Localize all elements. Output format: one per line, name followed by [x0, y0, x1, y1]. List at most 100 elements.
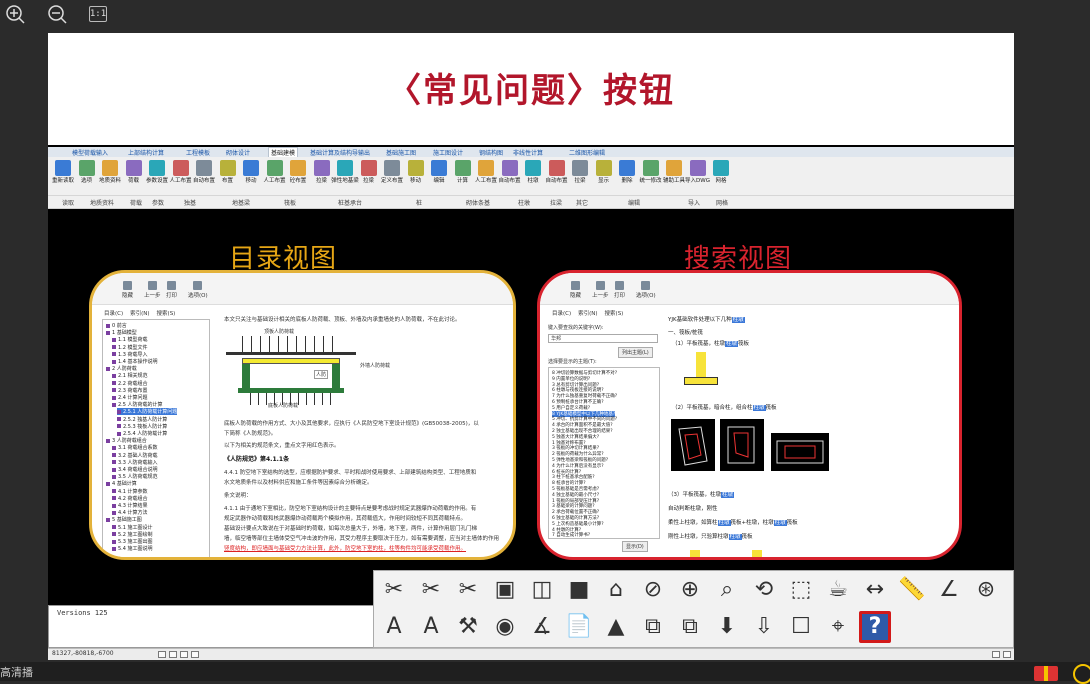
ribbon-button[interactable]: 选项	[76, 159, 98, 193]
ribbon-tab[interactable]: 上部结构计算	[128, 148, 164, 157]
badge-icon[interactable]	[1073, 664, 1090, 684]
actual-size-button[interactable]: 1:1	[89, 6, 107, 22]
tree-item[interactable]: 5.3 施工图出图	[112, 538, 153, 545]
ribbon-tab[interactable]: 基础建模	[268, 147, 299, 157]
solid-3d-icon[interactable]: ■	[563, 574, 595, 606]
help-toolbar-button[interactable]: 打印	[166, 281, 177, 299]
search-result-item[interactable]: 7 自动生成计算书?	[552, 532, 590, 538]
orbit-icon[interactable]: ⊘	[637, 574, 669, 606]
tree-item[interactable]: 3.1 荷载组合系数	[112, 444, 158, 451]
ribbon-button[interactable]: 辅助工具	[663, 159, 685, 193]
tree-item[interactable]: 2.5.1 人防荷载计算问题	[117, 408, 178, 416]
pdf-export-icon[interactable]: 📄	[563, 611, 595, 643]
ribbon-button[interactable]: 砼布置	[287, 159, 309, 193]
help-toolbar-button[interactable]: 上一步	[592, 281, 609, 299]
tree-item[interactable]: 1.1 模型荷载	[112, 336, 148, 343]
zoom-in-icon[interactable]: ⌕	[711, 574, 743, 606]
status-toggle[interactable]	[191, 651, 199, 658]
screenshot-icon[interactable]: ◉	[489, 611, 521, 643]
tree-item[interactable]: 5.2 施工图绘制	[112, 531, 153, 538]
help-tab[interactable]: 目录(C)	[104, 311, 123, 317]
house-3d-icon[interactable]: ⌂	[600, 574, 632, 606]
ribbon-tab[interactable]: 基础施工图	[386, 148, 416, 157]
ribbon-button[interactable]: 显示	[593, 159, 615, 193]
ribbon-button[interactable]: 网格	[710, 159, 732, 193]
ribbon-button[interactable]: 定义布置	[381, 159, 403, 193]
box-3d-icon[interactable]: ▣	[489, 574, 521, 606]
dimension-angle-icon[interactable]: ∠	[933, 574, 965, 606]
text-style-icon[interactable]: A	[415, 611, 447, 643]
command-line[interactable]: Versions 125	[48, 605, 378, 648]
trim-icon[interactable]: ✂	[378, 574, 410, 606]
help-tab[interactable]: 索引(N)	[578, 311, 597, 317]
tree-item[interactable]: 2.1 相关规范	[112, 372, 148, 379]
tree-item[interactable]: 5 基础施工图	[106, 516, 142, 523]
ribbon-tab[interactable]: 钢结构图	[479, 148, 503, 157]
help-toolbar-button[interactable]: 隐藏	[570, 281, 581, 299]
status-toggle[interactable]	[1003, 651, 1011, 658]
block-insert-icon[interactable]: ⬇	[711, 611, 743, 643]
help-toolbar-button[interactable]: 选项(O)	[188, 281, 208, 299]
tree-item[interactable]: 2.5 人防荷载的计算	[112, 401, 163, 408]
break-icon[interactable]: ✂	[452, 574, 484, 606]
ribbon-button[interactable]: 移动	[240, 159, 262, 193]
tree-item[interactable]: 4.3 计算结果	[112, 502, 148, 509]
ribbon-button[interactable]: 人工布置	[169, 159, 192, 193]
tree-item[interactable]: 1.4 基本操作说明	[112, 358, 158, 365]
angle-measure-icon[interactable]: ∡	[526, 611, 558, 643]
tree-item[interactable]: 3.3 人防荷载输入	[112, 459, 158, 466]
ribbon-tab[interactable]: 二维图形编辑	[569, 148, 605, 157]
wireframe-3d-icon[interactable]: ◫	[526, 574, 558, 606]
tree-item[interactable]: 3.5 人防荷载规范	[112, 473, 158, 480]
ribbon-button[interactable]: 删除	[616, 159, 638, 193]
dimension-radius-icon[interactable]: ⊛	[970, 574, 1002, 606]
text-erase-icon[interactable]: A	[378, 611, 410, 643]
selection-window-icon[interactable]: ⬚	[785, 574, 817, 606]
tree-item[interactable]: 5.4 施工图说明	[112, 545, 153, 552]
tree-item[interactable]: 2.5.3 筏板人防计算	[117, 423, 167, 430]
help-tab[interactable]: 目录(C)	[552, 311, 571, 317]
tree-item[interactable]: 1 基础模型	[106, 329, 137, 336]
tree-item[interactable]: 3.2 基础人防荷载	[112, 452, 158, 459]
copy-layout-icon[interactable]: ⧉	[637, 611, 669, 643]
tree-item[interactable]: 3 人防荷载组合	[106, 437, 147, 444]
status-toggle[interactable]	[992, 651, 1000, 658]
status-toggle[interactable]	[180, 651, 188, 658]
binoculars-icon[interactable]: ⌖	[822, 611, 854, 643]
ribbon-tab[interactable]: 模型荷载输入	[72, 148, 108, 157]
help-tab[interactable]: 索引(N)	[130, 311, 149, 317]
teapot-icon[interactable]: ☕	[822, 574, 854, 606]
zoom-in-icon[interactable]	[5, 4, 25, 24]
gift-icon[interactable]	[1034, 666, 1058, 681]
tree-item[interactable]: 0 前言	[106, 322, 127, 329]
ribbon-tab[interactable]: 基础计算及结构导输出	[310, 148, 370, 157]
ribbon-button[interactable]: 编辑	[428, 159, 450, 193]
tree-item[interactable]: 4 基础计算	[106, 480, 137, 487]
ribbon-button[interactable]: 自动布置	[193, 159, 215, 193]
help-toolbar-button[interactable]: 隐藏	[122, 281, 133, 299]
tree-item[interactable]: 1.3 荷载导入	[112, 351, 148, 358]
ribbon-button[interactable]: 计算	[452, 159, 474, 193]
ribbon-button[interactable]: 拉梁	[569, 159, 591, 193]
tree-item[interactable]: 2.5.2 独基人防计算	[117, 416, 167, 423]
cad-export-icon[interactable]: ▲	[600, 611, 632, 643]
highlight-icon[interactable]: ☐	[785, 611, 817, 643]
help-toolbar-button[interactable]: 打印	[614, 281, 625, 299]
help-tab[interactable]: 搜索(S)	[157, 311, 176, 317]
paste-layout-icon[interactable]: ⧉	[674, 611, 706, 643]
ribbon-button[interactable]: 统一修改	[639, 159, 662, 193]
help-toolbar-button[interactable]: 上一步	[144, 281, 161, 299]
tree-item[interactable]: 2.3 荷载布置	[112, 387, 148, 394]
status-toggle[interactable]	[158, 651, 166, 658]
search-results-list[interactable]: 8 冲切验算数据与剪切计算不对? 9 内置单位的说明? 3 总有剪切计算出问题? 6 …	[548, 367, 660, 539]
extend-icon[interactable]: ✂	[415, 574, 447, 606]
wrench-icon[interactable]: ⚒	[452, 611, 484, 643]
ribbon-tab[interactable]: 砌体设计	[226, 148, 250, 157]
tree-item[interactable]: 4.4 计算方法	[112, 509, 148, 516]
search-input[interactable]: 华邦	[548, 334, 658, 343]
tree-item[interactable]: 4.1 计算参数	[112, 488, 148, 495]
ribbon-button[interactable]: 导入DWG	[685, 159, 710, 193]
ribbon-button[interactable]: 参数设置	[146, 159, 168, 193]
import-icon[interactable]: ⇩	[748, 611, 780, 643]
help-tab[interactable]: 搜索(S)	[605, 311, 624, 317]
